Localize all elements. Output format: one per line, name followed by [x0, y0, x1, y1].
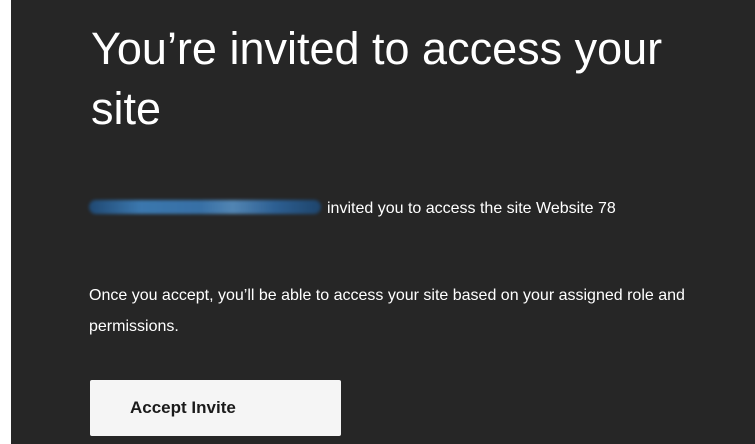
invite-title: You’re invited to access your site [91, 23, 663, 134]
redacted-sender-email [89, 200, 321, 214]
accept-invite-button[interactable]: Accept Invite [90, 380, 341, 436]
permissions-message: Once you accept, you’ll be able to acces… [89, 287, 685, 335]
invite-message-text: invited you to access the site Website 7… [327, 200, 616, 217]
invite-message: invited you to access the site Website 7… [89, 193, 689, 224]
invite-email-card: You’re invited to access your site invit… [11, 0, 755, 444]
